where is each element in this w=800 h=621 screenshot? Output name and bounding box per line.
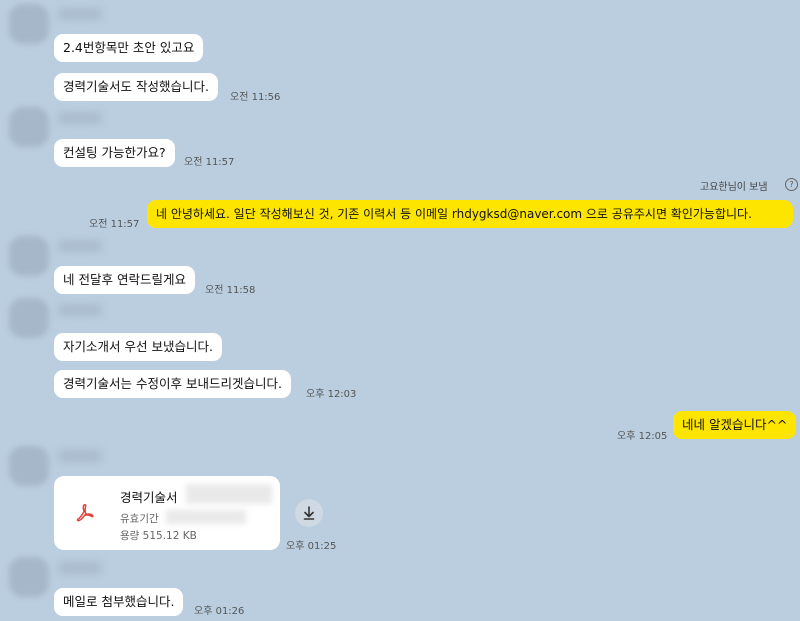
file-size: 용량 515.12 KB: [120, 530, 197, 542]
message-time: 오전 11:57: [89, 219, 140, 230]
file-attachment-card[interactable]: 경력기술서 유효기간 용량 515.12 KB: [54, 476, 280, 550]
pdf-icon: [76, 504, 94, 522]
message-bubble[interactable]: 경력기술서도 작성했습니다.: [54, 73, 218, 101]
download-button[interactable]: [295, 499, 323, 527]
message-time: 오후 01:26: [194, 606, 245, 617]
message-bubble[interactable]: 네네 알겠습니다^^: [673, 411, 797, 439]
avatar[interactable]: [9, 298, 49, 338]
sender-name: [58, 240, 102, 252]
message-text: 메일로 첨부했습니다.: [63, 594, 175, 609]
message-text: 자기소개서 우선 보냈습니다.: [63, 339, 213, 354]
message-text: 경력기술서는 수정이후 보내드리겟습니다.: [63, 376, 282, 391]
avatar[interactable]: [9, 4, 49, 44]
message-bubble[interactable]: 2.4번항목만 초안 있고요: [54, 34, 204, 62]
message-bubble[interactable]: 자기소개서 우선 보냈습니다.: [54, 333, 222, 361]
file-name: 경력기술서: [120, 490, 178, 505]
message-bubble[interactable]: 네 전달후 연락드릴게요: [54, 266, 195, 294]
message-text: 2.4번항목만 초안 있고요: [63, 40, 195, 55]
avatar[interactable]: [9, 557, 49, 597]
file-validity: 유효기간: [120, 513, 159, 525]
sender-name: [58, 112, 102, 124]
redacted-validity: [166, 510, 246, 524]
avatar[interactable]: [9, 236, 49, 276]
message-time: 오전 11:58: [205, 285, 256, 296]
message-bubble[interactable]: 컨설팅 가능한가요?: [54, 139, 175, 167]
help-icon[interactable]: ?: [785, 178, 798, 191]
message-text: 경력기술서도 작성했습니다.: [63, 79, 209, 94]
message-time: 오후 12:03: [306, 389, 357, 400]
sender-name: [58, 562, 102, 574]
message-bubble[interactable]: 메일로 첨부했습니다.: [54, 588, 184, 616]
message-bubble[interactable]: 네 안녕하세요. 일단 작성해보신 것, 기존 이력서 등 이메일 rhdygk…: [147, 200, 793, 228]
message-text: 네네 알겠습니다^^: [682, 417, 788, 432]
sender-name: [58, 450, 102, 462]
redacted-filename: [186, 484, 272, 504]
message-time: 오전 11:56: [230, 92, 281, 103]
message-time: 오후 01:25: [286, 541, 337, 552]
message-text: 컨설팅 가능한가요?: [63, 145, 166, 160]
message-time: 오전 11:57: [184, 157, 235, 168]
message-text: 네 전달후 연락드릴게요: [63, 272, 186, 287]
sender-name: [58, 304, 102, 316]
message-bubble[interactable]: 경력기술서는 수정이후 보내드리겟습니다.: [54, 370, 291, 398]
message-time: 오후 12:05: [617, 431, 668, 442]
message-text: 네 안녕하세요. 일단 작성해보신 것, 기존 이력서 등 이메일 rhdygk…: [156, 207, 752, 221]
sender-label: 고요한님이 보냄: [700, 182, 768, 193]
sender-name: [58, 8, 102, 20]
avatar[interactable]: [9, 107, 49, 147]
download-icon: [303, 506, 315, 520]
avatar[interactable]: [9, 446, 49, 486]
